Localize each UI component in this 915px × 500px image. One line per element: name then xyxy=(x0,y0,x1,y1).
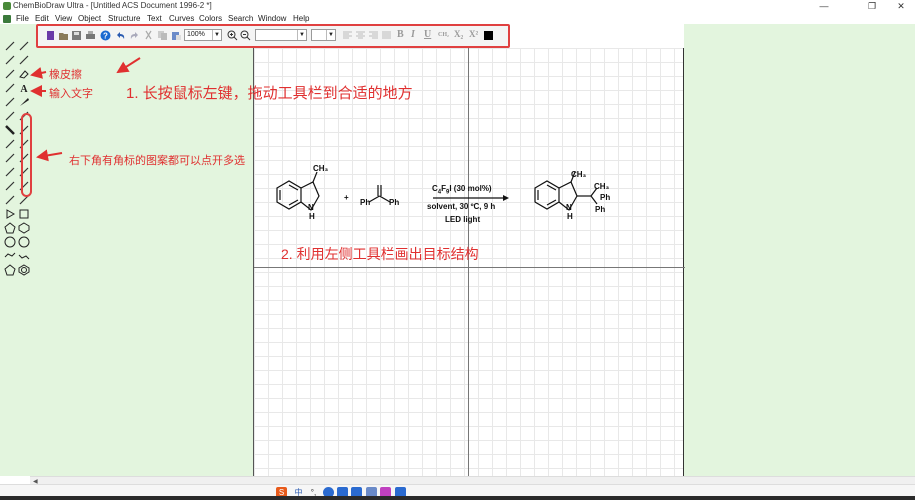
condition-solvent-temp-time[interactable]: solvent, 30 ºC, 9 h xyxy=(427,202,495,211)
reaction-scheme[interactable]: CH₃ N H + Ph Ph C4F9I (30 mol%) solvent,… xyxy=(253,48,684,248)
condition-catalyst[interactable]: C4F9I (30 mol%) xyxy=(432,184,492,196)
annotation-corner-tools: 右下角有角标的图案都可以点开多选 xyxy=(69,155,245,167)
reactant1-hydrogen-label[interactable]: H xyxy=(309,212,315,221)
product-phenyl-1[interactable]: Ph xyxy=(600,193,610,202)
screen-bottom-edge xyxy=(0,496,915,500)
product-nitrogen-label[interactable]: N xyxy=(566,203,572,212)
reactant1-methyl-label[interactable]: CH₃ xyxy=(313,164,328,173)
plus-sign: + xyxy=(344,193,349,202)
product-methyl-right[interactable]: CH₃ xyxy=(594,182,609,191)
reactant2-phenyl-right[interactable]: Ph xyxy=(389,198,399,207)
horizontal-scrollbar[interactable]: ◀ xyxy=(30,476,915,485)
condition-light[interactable]: LED light xyxy=(445,215,480,224)
reactant2-phenyl-left[interactable]: Ph xyxy=(360,198,370,207)
annotation-text-input: 输入文字 xyxy=(49,88,93,100)
annotation-eraser: 橡皮擦 xyxy=(49,69,82,81)
product-methyl-top[interactable]: CH₃ xyxy=(571,170,586,179)
reactant1-nitrogen-label[interactable]: N xyxy=(308,203,314,212)
product-phenyl-2[interactable]: Ph xyxy=(595,205,605,214)
product-hydrogen-label[interactable]: H xyxy=(567,212,573,221)
